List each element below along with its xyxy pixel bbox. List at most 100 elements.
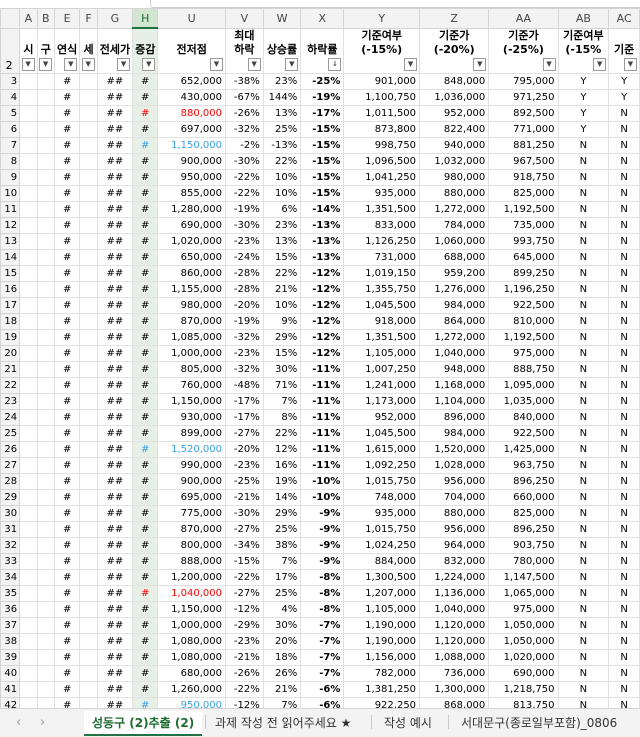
table-cell[interactable] bbox=[19, 296, 38, 314]
table-cell[interactable]: 25% bbox=[262, 584, 302, 602]
table-cell[interactable]: 1,015,750 bbox=[343, 520, 421, 538]
table-cell[interactable]: -22% bbox=[224, 568, 264, 586]
table-cell[interactable] bbox=[79, 648, 98, 666]
row-number[interactable]: 3 bbox=[0, 72, 21, 90]
table-cell[interactable]: ## bbox=[96, 424, 134, 442]
table-cell[interactable] bbox=[19, 648, 38, 666]
table-cell[interactable]: # bbox=[54, 440, 81, 458]
table-cell[interactable]: 1,024,250 bbox=[343, 536, 421, 554]
table-cell[interactable]: 952,000 bbox=[419, 104, 490, 122]
table-cell[interactable]: -25% bbox=[224, 472, 264, 490]
table-cell[interactable] bbox=[79, 520, 98, 538]
table-cell[interactable]: 1,020,000 bbox=[488, 648, 559, 666]
table-cell[interactable]: 990,000 bbox=[157, 456, 226, 474]
table-cell[interactable]: N bbox=[608, 408, 640, 426]
table-cell[interactable]: -10% bbox=[300, 472, 345, 490]
table-cell[interactable]: 650,000 bbox=[157, 248, 226, 266]
table-cell[interactable]: 25% bbox=[262, 520, 302, 538]
table-cell[interactable]: -12% bbox=[300, 312, 345, 330]
table-cell[interactable]: N bbox=[557, 472, 610, 490]
table-cell[interactable] bbox=[19, 664, 38, 682]
table-cell[interactable]: 963,750 bbox=[488, 456, 559, 474]
table-cell[interactable]: # bbox=[132, 328, 159, 346]
table-cell[interactable]: 864,000 bbox=[419, 312, 490, 330]
table-cell[interactable]: N bbox=[557, 392, 610, 410]
table-cell[interactable] bbox=[36, 248, 56, 266]
table-cell[interactable]: 1,351,500 bbox=[343, 328, 421, 346]
table-cell[interactable]: -21% bbox=[224, 648, 264, 666]
table-cell[interactable]: # bbox=[132, 280, 159, 298]
table-cell[interactable] bbox=[19, 312, 38, 330]
table-cell[interactable]: -11% bbox=[300, 392, 345, 410]
table-cell[interactable]: # bbox=[132, 248, 159, 266]
table-cell[interactable]: ## bbox=[96, 456, 134, 474]
table-cell[interactable]: ## bbox=[96, 520, 134, 538]
table-cell[interactable] bbox=[79, 200, 98, 218]
sheet-tab[interactable]: 작성 예시 bbox=[384, 714, 432, 731]
table-cell[interactable]: ## bbox=[96, 216, 134, 234]
table-cell[interactable]: ## bbox=[96, 568, 134, 586]
table-cell[interactable]: # bbox=[132, 344, 159, 362]
table-cell[interactable] bbox=[79, 328, 98, 346]
table-cell[interactable]: 800,000 bbox=[157, 536, 226, 554]
table-cell[interactable]: -29% bbox=[224, 616, 264, 634]
table-cell[interactable]: -11% bbox=[300, 424, 345, 442]
table-cell[interactable]: -22% bbox=[224, 168, 264, 186]
table-cell[interactable] bbox=[19, 504, 38, 522]
table-cell[interactable] bbox=[19, 328, 38, 346]
table-cell[interactable] bbox=[79, 536, 98, 554]
table-cell[interactable]: N bbox=[608, 360, 640, 378]
table-cell[interactable]: 930,000 bbox=[157, 408, 226, 426]
table-cell[interactable]: # bbox=[132, 136, 159, 154]
row-number[interactable]: 32 bbox=[0, 536, 21, 554]
table-cell[interactable]: 1,272,000 bbox=[419, 200, 490, 218]
table-cell[interactable]: -25% bbox=[300, 72, 345, 90]
table-cell[interactable]: -13% bbox=[262, 136, 302, 154]
table-cell[interactable]: 1,036,000 bbox=[419, 88, 490, 106]
table-cell[interactable]: N bbox=[557, 376, 610, 394]
column-letter[interactable]: B bbox=[36, 8, 56, 29]
column-letter[interactable]: AA bbox=[488, 8, 559, 29]
table-cell[interactable]: 680,000 bbox=[157, 664, 226, 682]
table-cell[interactable]: # bbox=[132, 600, 159, 618]
table-cell[interactable] bbox=[19, 104, 38, 122]
table-cell[interactable]: -17% bbox=[224, 408, 264, 426]
table-cell[interactable]: 1,096,500 bbox=[343, 152, 421, 170]
table-cell[interactable] bbox=[36, 360, 56, 378]
table-cell[interactable]: -15% bbox=[300, 184, 345, 202]
table-cell[interactable]: # bbox=[132, 568, 159, 586]
table-cell[interactable]: 21% bbox=[262, 680, 302, 698]
table-cell[interactable]: -23% bbox=[224, 632, 264, 650]
table-cell[interactable]: -15% bbox=[300, 152, 345, 170]
table-cell[interactable]: N bbox=[557, 248, 610, 266]
table-cell[interactable]: # bbox=[54, 504, 81, 522]
table-cell[interactable]: # bbox=[132, 536, 159, 554]
table-cell[interactable] bbox=[19, 584, 38, 602]
table-cell[interactable]: # bbox=[132, 104, 159, 122]
table-cell[interactable] bbox=[19, 360, 38, 378]
table-cell[interactable]: 952,000 bbox=[343, 408, 421, 426]
table-cell[interactable]: 690,000 bbox=[488, 664, 559, 682]
table-cell[interactable]: # bbox=[132, 168, 159, 186]
table-cell[interactable]: -22% bbox=[224, 680, 264, 698]
table-cell[interactable]: -19% bbox=[224, 200, 264, 218]
table-cell[interactable]: 29% bbox=[262, 504, 302, 522]
table-cell[interactable]: N bbox=[608, 520, 640, 538]
table-cell[interactable]: 13% bbox=[262, 104, 302, 122]
table-cell[interactable] bbox=[79, 488, 98, 506]
table-cell[interactable] bbox=[79, 568, 98, 586]
table-cell[interactable] bbox=[19, 264, 38, 282]
table-cell[interactable]: # bbox=[54, 392, 81, 410]
table-cell[interactable]: ## bbox=[96, 600, 134, 618]
table-cell[interactable]: # bbox=[54, 264, 81, 282]
table-cell[interactable] bbox=[19, 616, 38, 634]
table-cell[interactable] bbox=[19, 552, 38, 570]
table-cell[interactable]: ## bbox=[96, 344, 134, 362]
table-cell[interactable]: 29% bbox=[262, 328, 302, 346]
table-cell[interactable]: 984,000 bbox=[419, 296, 490, 314]
filter-dropdown-icon[interactable]: ▼ bbox=[624, 57, 637, 71]
table-cell[interactable]: N bbox=[608, 168, 640, 186]
table-cell[interactable]: -15% bbox=[300, 120, 345, 138]
table-cell[interactable]: -7% bbox=[300, 648, 345, 666]
table-cell[interactable]: 736,000 bbox=[419, 664, 490, 682]
